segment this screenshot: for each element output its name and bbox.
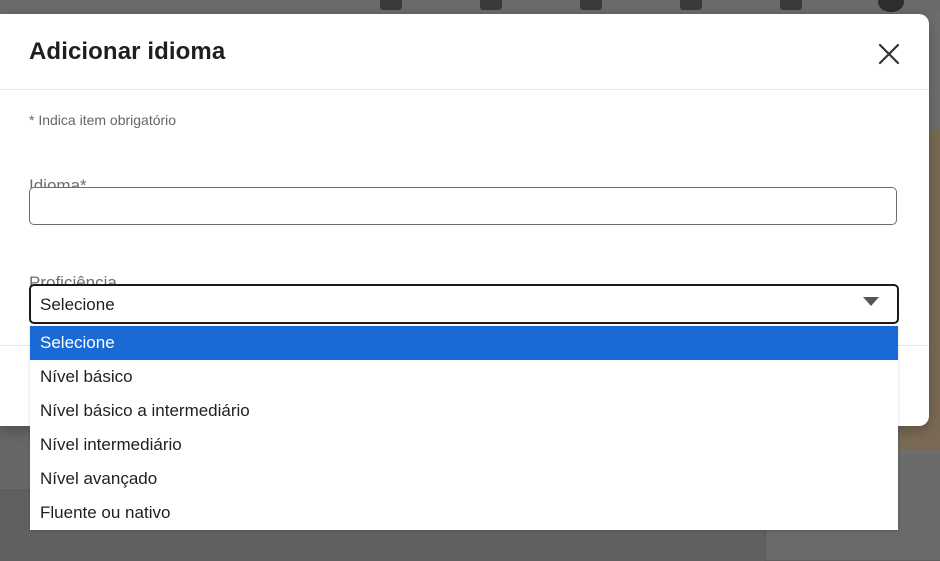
caret-down-icon: [863, 297, 879, 306]
option-selecione[interactable]: Selecione: [30, 326, 898, 360]
idioma-input[interactable]: [29, 187, 897, 225]
option-nivel-avancado[interactable]: Nível avançado: [30, 462, 898, 496]
proficiency-selected-value: Selecione: [40, 295, 115, 314]
background-nav-bar: [0, 0, 940, 14]
jobs-icon: [580, 0, 602, 10]
bell-icon: [780, 0, 802, 10]
modal-title: Adicionar idioma: [29, 38, 226, 65]
option-nivel-intermediario[interactable]: Nível intermediário: [30, 428, 898, 462]
option-fluente-nativo[interactable]: Fluente ou nativo: [30, 496, 898, 530]
network-icon: [480, 0, 502, 10]
modal-header: Adicionar idioma: [0, 14, 929, 90]
messaging-icon: [680, 0, 702, 10]
required-note: * Indica item obrigatório: [29, 112, 177, 128]
option-nivel-basico-intermediario[interactable]: Nível básico a intermediário: [30, 394, 898, 428]
proficiency-options-list: Selecione Nível básico Nível básico a in…: [30, 326, 898, 530]
avatar: [878, 0, 904, 12]
close-icon: [878, 43, 900, 65]
proficiency-select[interactable]: Selecione: [29, 284, 899, 324]
option-nivel-basico[interactable]: Nível básico: [30, 360, 898, 394]
home-icon: [380, 0, 402, 10]
close-button[interactable]: [872, 37, 906, 71]
